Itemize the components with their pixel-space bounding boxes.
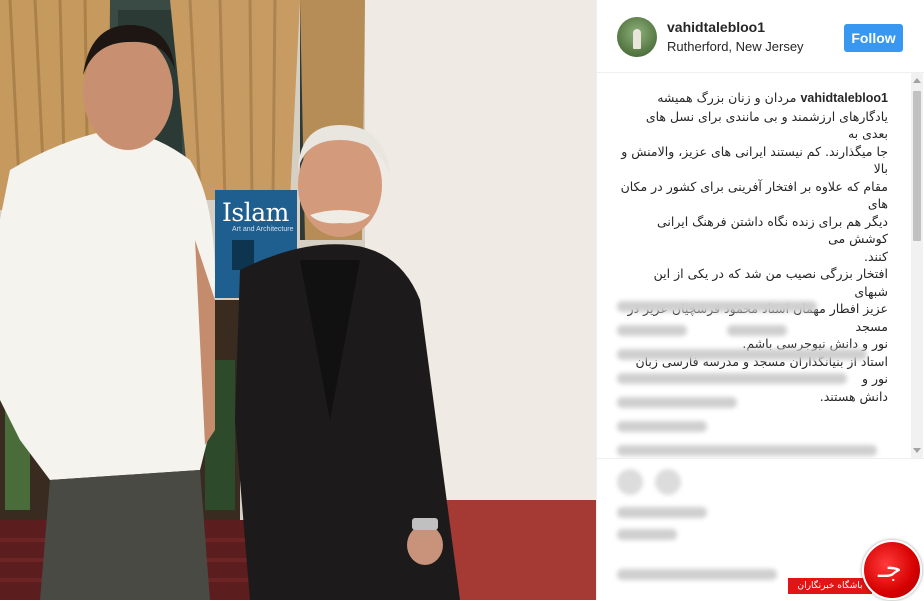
blurred-comment-box xyxy=(617,569,777,580)
book-title: Islam xyxy=(222,198,289,227)
post-sidebar: vahidtalebloo1 Rutherford, New Jersey Fo… xyxy=(596,0,924,600)
scroll-thumb[interactable] xyxy=(913,91,921,241)
blurred-comment xyxy=(617,301,817,312)
blurred-comment xyxy=(617,325,687,336)
blurred-comment xyxy=(727,325,787,336)
post-photo[interactable]: Islam Art and Architecture xyxy=(0,0,596,600)
caption-line: مردان و زنان بزرگ همیشه xyxy=(657,90,797,105)
scroll-up-icon[interactable] xyxy=(913,78,921,83)
photo-scene xyxy=(0,0,596,600)
scroll-down-icon[interactable] xyxy=(913,448,921,453)
blurred-comment xyxy=(617,373,847,384)
blurred-comment xyxy=(617,349,867,360)
watermark-label: باشگاه خبرنگاران xyxy=(788,578,872,594)
blurred-comment xyxy=(617,445,877,456)
blurred-timestamp xyxy=(617,529,677,540)
comment-icon[interactable] xyxy=(655,469,681,495)
comments-scrollbar[interactable] xyxy=(911,73,923,458)
watermark-logo-icon: جـ xyxy=(862,540,922,600)
post-header: vahidtalebloo1 Rutherford, New Jersey Fo… xyxy=(597,0,924,73)
caption-line: یادگارهای ارزشمند و بی مانندی برای نسل ه… xyxy=(645,108,888,142)
caption-line: جا میگذارند. کم نیستند ایرانی های عزیز، … xyxy=(621,143,888,177)
book-subtitle: Art and Architecture xyxy=(232,226,294,233)
caption-line: دیگر هم برای زنده نگاه داشتن فرهنگ ایران… xyxy=(656,213,888,247)
caption-username[interactable]: vahidtalebloo1 xyxy=(800,91,888,105)
follow-button[interactable]: Follow xyxy=(844,24,903,52)
header-location[interactable]: Rutherford, New Jersey xyxy=(667,39,804,54)
comments-section[interactable]: vahidtalebloo1 مردان و زنان بزرگ همیشه ی… xyxy=(597,73,924,458)
header-username[interactable]: vahidtalebloo1 xyxy=(667,19,765,35)
blurred-likes xyxy=(617,507,707,518)
caption-line: افتخار بزرگی نصیب من شد که در یکی از این… xyxy=(653,266,888,299)
watermark-glyph: جـ xyxy=(878,554,902,584)
like-icon[interactable] xyxy=(617,469,643,495)
caption-line: مقام که علاوه بر افتخار آفرینی برای کشور… xyxy=(620,178,888,212)
caption-line: کنند. xyxy=(863,248,888,264)
blurred-comment xyxy=(617,397,737,408)
avatar[interactable] xyxy=(617,17,657,57)
blurred-comment xyxy=(617,421,707,432)
